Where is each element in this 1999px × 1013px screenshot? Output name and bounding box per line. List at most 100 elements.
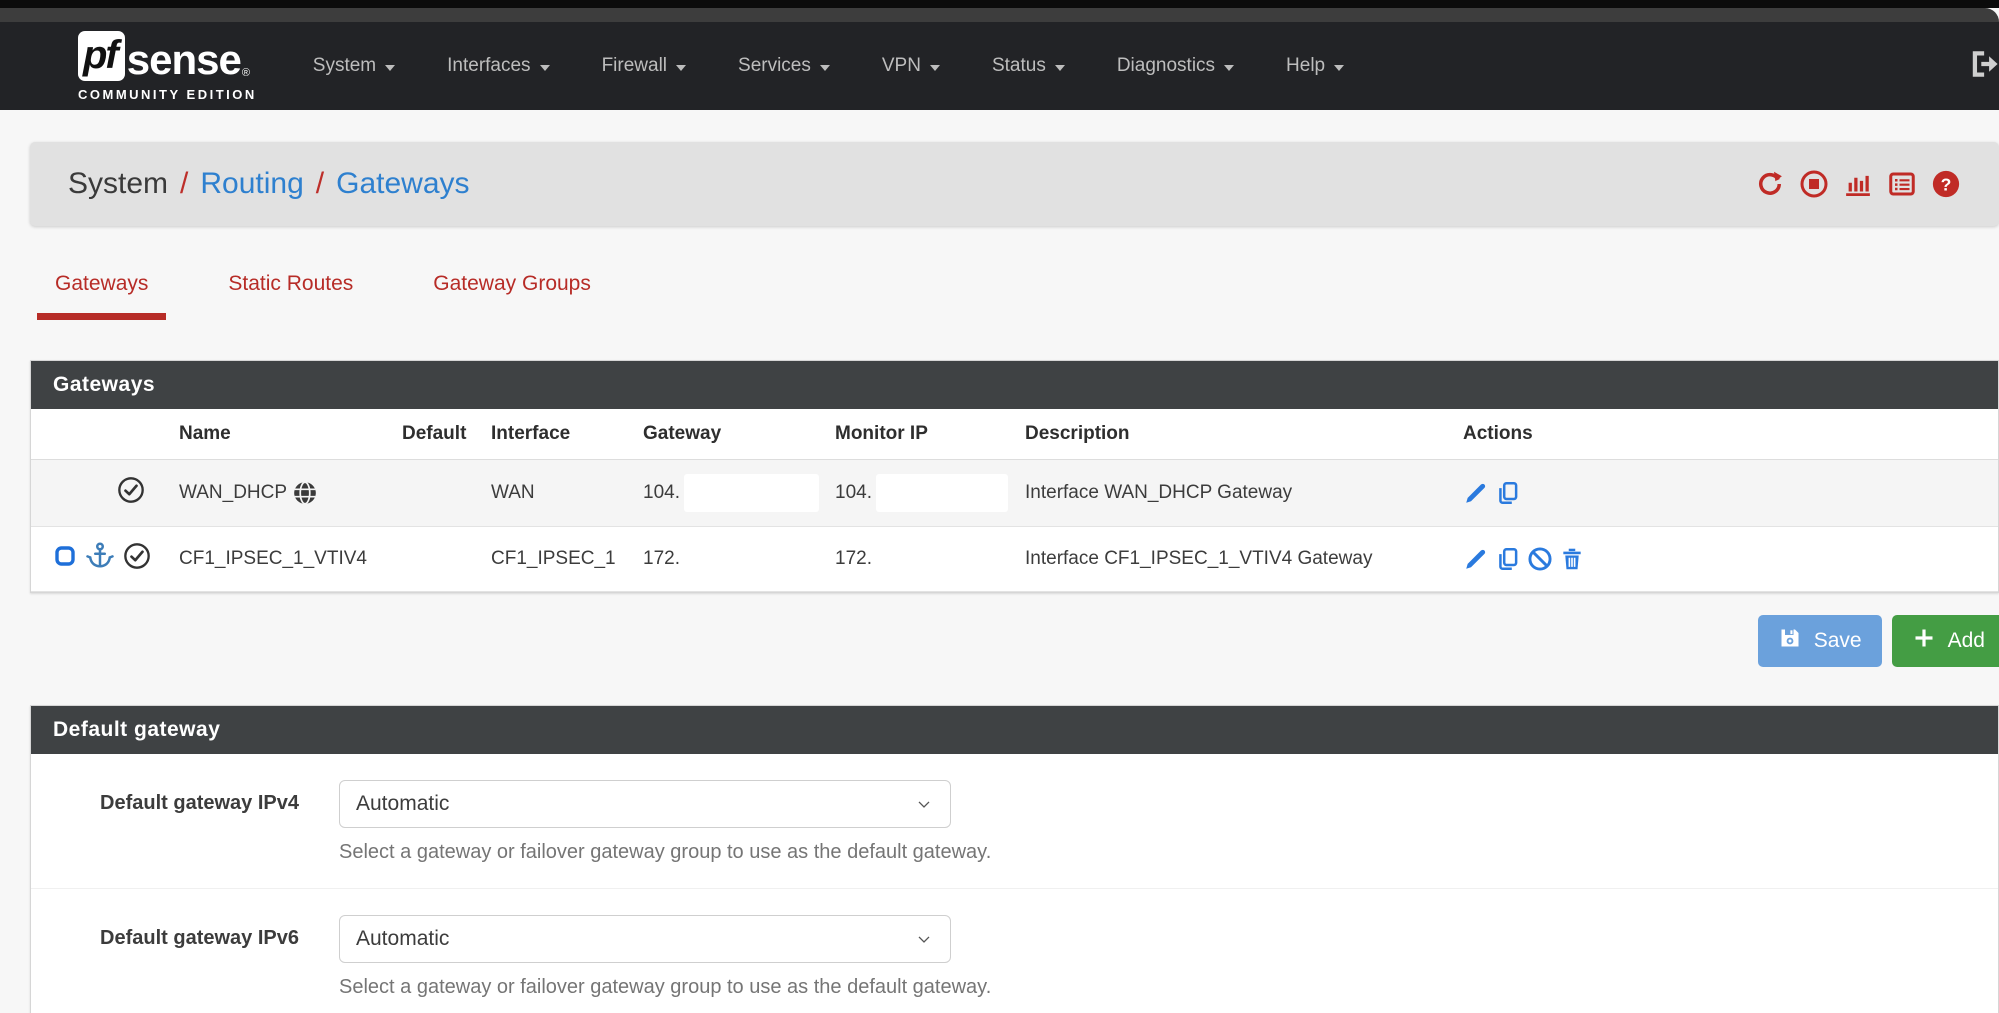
add-button[interactable]: Add bbox=[1892, 615, 1999, 667]
menu-firewall[interactable]: Firewall bbox=[576, 41, 712, 91]
gateway-ip-cell: 172. bbox=[635, 527, 827, 592]
breadcrumb-separator: / bbox=[180, 167, 188, 201]
gateways-table: Name Default Interface Gateway Monitor I… bbox=[31, 409, 1998, 592]
gateways-panel: Gateways Name Default Interface Gateway … bbox=[30, 360, 1999, 593]
save-button[interactable]: Save bbox=[1758, 615, 1882, 667]
check-circle-icon bbox=[123, 542, 151, 576]
menu-system-label: System bbox=[313, 55, 376, 77]
refresh-icon[interactable] bbox=[1755, 169, 1785, 199]
select-value: Automatic bbox=[356, 927, 449, 951]
menu-diagnostics[interactable]: Diagnostics bbox=[1091, 41, 1260, 91]
col-name: Name bbox=[171, 409, 394, 460]
form-row-ipv4: Default gateway IPv4 Automatic Select a … bbox=[31, 754, 1998, 888]
window-top-strip bbox=[0, 0, 1999, 8]
top-navbar: pf sense ® COMMUNITY EDITION System Inte… bbox=[0, 22, 1999, 110]
form-row-ipv6: Default gateway IPv6 Automatic Select a … bbox=[31, 888, 1998, 1013]
chart-icon[interactable] bbox=[1843, 169, 1873, 199]
main-menu: System Interfaces Firewall Services VPN … bbox=[287, 41, 1370, 91]
default-gateway-ipv6-label: Default gateway IPv6 bbox=[31, 915, 299, 999]
svg-text:?: ? bbox=[1941, 174, 1952, 194]
menu-help-label: Help bbox=[1286, 55, 1325, 77]
logo-sense-text: sense bbox=[127, 39, 241, 81]
menu-vpn[interactable]: VPN bbox=[856, 41, 966, 91]
interface-cell: CF1_IPSEC_1 bbox=[483, 527, 635, 592]
default-gateway-ipv4-label: Default gateway IPv4 bbox=[31, 780, 299, 864]
square-icon bbox=[53, 544, 77, 574]
menu-interfaces[interactable]: Interfaces bbox=[421, 41, 575, 91]
save-icon bbox=[1778, 626, 1802, 656]
menu-firewall-label: Firewall bbox=[602, 55, 667, 77]
page-tabs: Gateways Static Routes Gateway Groups bbox=[55, 272, 1999, 320]
chevron-down-icon bbox=[676, 65, 686, 71]
default-gateway-panel: Default gateway Default gateway IPv4 Aut… bbox=[30, 705, 1999, 1013]
menu-interfaces-label: Interfaces bbox=[447, 55, 530, 77]
menu-diagnostics-label: Diagnostics bbox=[1117, 55, 1215, 77]
tab-gateway-groups[interactable]: Gateway Groups bbox=[433, 272, 591, 320]
menu-status-label: Status bbox=[992, 55, 1046, 77]
table-buttons: Save Add bbox=[30, 615, 1999, 667]
browser-chrome-strip bbox=[0, 8, 1999, 22]
menu-status[interactable]: Status bbox=[966, 41, 1091, 91]
delete-icon[interactable] bbox=[1559, 546, 1585, 572]
breadcrumb-system: System bbox=[68, 167, 168, 201]
breadcrumb-routing-link[interactable]: Routing bbox=[200, 167, 303, 201]
col-default: Default bbox=[394, 409, 483, 460]
tab-gateways[interactable]: Gateways bbox=[55, 272, 148, 320]
chevron-down-icon bbox=[385, 65, 395, 71]
monitor-ip-cell: 104. bbox=[827, 460, 1017, 527]
stop-icon[interactable] bbox=[1799, 169, 1829, 199]
row2-actions bbox=[1429, 527, 1998, 592]
anchor-icon bbox=[85, 541, 115, 577]
add-button-label: Add bbox=[1948, 629, 1985, 653]
col-icons bbox=[31, 409, 171, 460]
logo-pf-text: pf bbox=[78, 31, 125, 81]
edit-icon[interactable] bbox=[1463, 480, 1489, 506]
menu-system[interactable]: System bbox=[287, 41, 421, 91]
globe-icon bbox=[292, 480, 318, 506]
gateway-name-text: WAN_DHCP bbox=[179, 482, 287, 504]
breadcrumb-gateways-link[interactable]: Gateways bbox=[336, 167, 469, 201]
save-button-label: Save bbox=[1814, 629, 1862, 653]
description-cell: Interface WAN_DHCP Gateway bbox=[1017, 460, 1429, 527]
col-monitor-ip: Monitor IP bbox=[827, 409, 1017, 460]
edit-icon[interactable] bbox=[1463, 546, 1489, 572]
pfsense-logo[interactable]: pf sense ® COMMUNITY EDITION bbox=[78, 31, 257, 101]
chevron-down-icon bbox=[540, 65, 550, 71]
row2-left-icons bbox=[31, 527, 171, 592]
default-gateway-ipv6-select[interactable]: Automatic bbox=[339, 915, 951, 963]
col-gateway: Gateway bbox=[635, 409, 827, 460]
ipv4-help-text: Select a gateway or failover gateway gro… bbox=[339, 841, 991, 864]
tab-static-routes[interactable]: Static Routes bbox=[228, 272, 353, 320]
default-gateway-ipv4-select[interactable]: Automatic bbox=[339, 780, 951, 828]
description-cell: Interface CF1_IPSEC_1_VTIV4 Gateway bbox=[1017, 527, 1429, 592]
row1-actions bbox=[1429, 460, 1998, 527]
sign-out-icon[interactable] bbox=[1959, 41, 1999, 92]
breadcrumb: System / Routing / Gateways ? bbox=[30, 142, 1999, 226]
copy-icon[interactable] bbox=[1495, 480, 1521, 506]
chevron-down-icon bbox=[820, 65, 830, 71]
chevron-down-icon bbox=[1055, 65, 1065, 71]
interface-cell: WAN bbox=[483, 460, 635, 527]
gateway-name: WAN_DHCP bbox=[171, 460, 394, 527]
redaction-box bbox=[684, 474, 819, 512]
menu-services[interactable]: Services bbox=[712, 41, 856, 91]
chevron-down-icon bbox=[914, 794, 934, 814]
copy-icon[interactable] bbox=[1495, 546, 1521, 572]
menu-help[interactable]: Help bbox=[1260, 41, 1370, 91]
gateway-ip-cell: 104. bbox=[635, 460, 827, 527]
logo-subtitle: COMMUNITY EDITION bbox=[78, 88, 257, 101]
ipv6-help-text: Select a gateway or failover gateway gro… bbox=[339, 976, 991, 999]
help-icon[interactable]: ? bbox=[1931, 169, 1961, 199]
logo-registered-mark: ® bbox=[242, 68, 250, 79]
monitor-ip-cell: 172. bbox=[827, 527, 1017, 592]
default-cell bbox=[394, 527, 483, 592]
default-cell bbox=[394, 460, 483, 527]
gateway-ip-text: 104. bbox=[643, 482, 680, 504]
chevron-down-icon bbox=[1224, 65, 1234, 71]
menu-services-label: Services bbox=[738, 55, 811, 77]
breadcrumb-separator: / bbox=[316, 167, 324, 201]
log-icon[interactable] bbox=[1887, 169, 1917, 199]
chevron-down-icon bbox=[930, 65, 940, 71]
col-description: Description bbox=[1017, 409, 1429, 460]
disable-icon[interactable] bbox=[1527, 546, 1553, 572]
